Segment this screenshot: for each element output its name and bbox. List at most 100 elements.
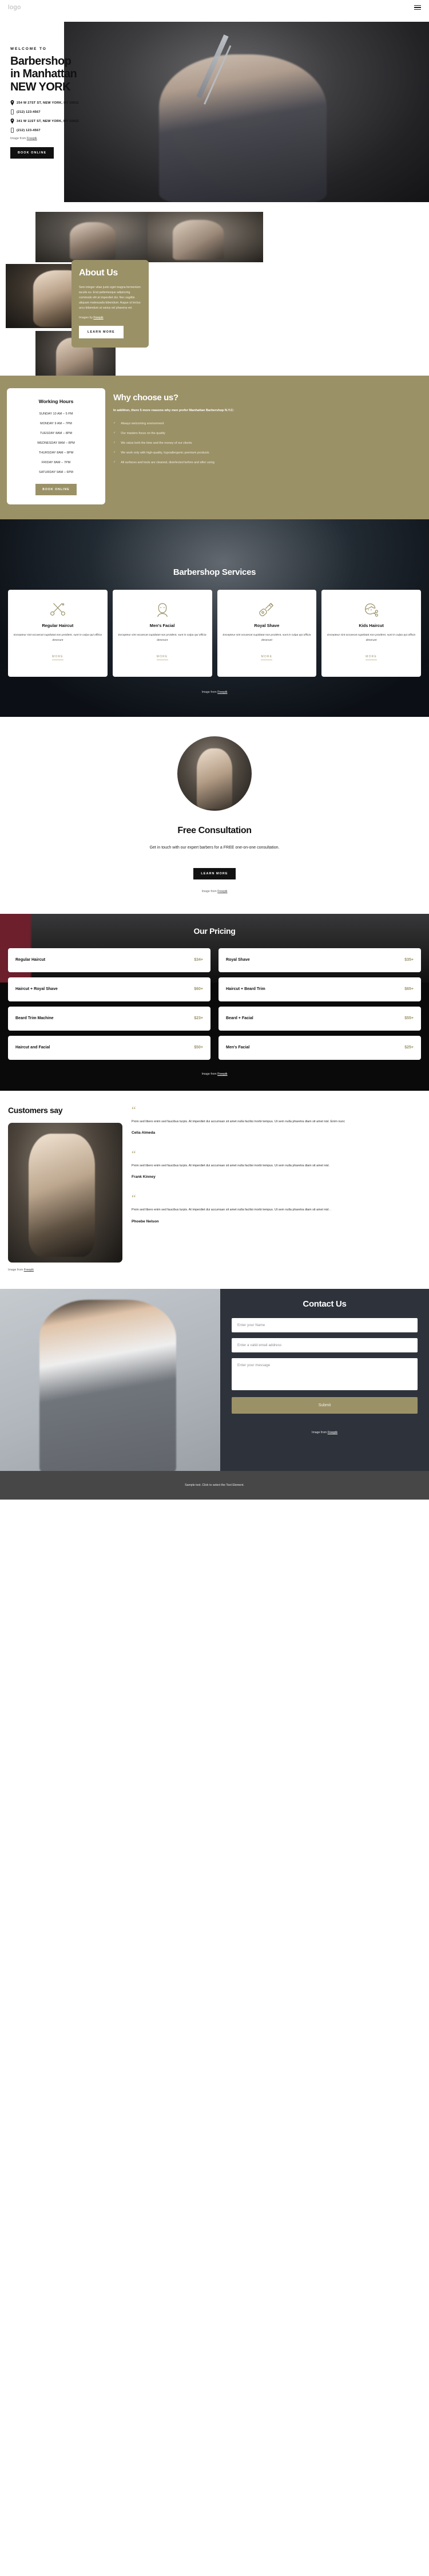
- price-label: Regular Haircut: [15, 958, 46, 962]
- hero-title-line-3: NEW YORK: [10, 80, 70, 93]
- services-title: Barbershop Services: [173, 567, 256, 577]
- check-icon: ✓: [113, 460, 116, 464]
- quote-icon: “: [132, 1193, 136, 1204]
- list-item: ✓ We work only with high-quality, hypoall…: [113, 450, 422, 456]
- list-item[interactable]: (212) 123-4567: [10, 128, 96, 133]
- learn-more-button[interactable]: LEARN MORE: [79, 326, 124, 339]
- table-row[interactable]: Haircut and Facial $50+: [8, 1035, 210, 1060]
- service-more-link[interactable]: MORE: [366, 655, 378, 661]
- address-text: 254 W 27ST ST, NEW YORK, NY 10011: [17, 101, 79, 105]
- kid-haircut-icon: [327, 599, 416, 620]
- table-row[interactable]: Haircut + Beard Trim $65+: [219, 977, 421, 1001]
- hamburger-icon[interactable]: [414, 5, 421, 10]
- hero-eyebrow: WELCOME TO: [10, 47, 47, 51]
- price-value: $60+: [194, 987, 203, 992]
- message-field[interactable]: [232, 1358, 418, 1390]
- services-section: Barbershop Services Regular Haircut Exce…: [0, 519, 429, 717]
- check-icon: ✓: [113, 440, 116, 444]
- service-more-link[interactable]: MORE: [51, 655, 63, 661]
- price-label: Haircut + Beard Trim: [226, 987, 265, 992]
- list-item[interactable]: 254 W 27ST ST, NEW YORK, NY 10011: [10, 100, 96, 106]
- service-name: Regular Haircut: [42, 623, 74, 628]
- email-field[interactable]: [232, 1338, 418, 1352]
- consultation-title: Free Consultation: [177, 826, 252, 835]
- list-item-label: Our masters focus on the quality: [121, 431, 165, 435]
- table-row[interactable]: Beard Trim Machine $23+: [8, 1006, 210, 1031]
- table-row[interactable]: Men's Facial $25+: [219, 1035, 421, 1060]
- hero-image: [64, 22, 429, 202]
- price-label: Beard + Facial: [226, 1016, 253, 1021]
- book-online-button[interactable]: BOOK ONLINE: [35, 484, 77, 495]
- table-row[interactable]: Regular Haircut $34+: [8, 948, 210, 972]
- testimonial-author: Celia Almeda: [132, 1131, 156, 1135]
- list-item: MONDAY 9 AM – 7PM: [40, 422, 72, 425]
- price-value: $65+: [404, 987, 414, 992]
- list-item: SATURDAY 9AM – 6PM: [39, 471, 73, 474]
- testimonial-author: Frank Kinney: [132, 1175, 156, 1179]
- why-choose-us-list: ✓ Always welcoming environment ✓ Our maste…: [113, 421, 422, 466]
- razor-icon: [223, 599, 312, 620]
- service-more-link[interactable]: MORE: [156, 655, 168, 661]
- price-value: $35+: [404, 958, 414, 962]
- list-item[interactable]: 341 W 11ST ST, NEW YORK, NY 10022: [10, 119, 96, 124]
- learn-more-button[interactable]: LEARN MORE: [193, 867, 236, 879]
- working-hours-card: Working Hours SUNDAY 10 AM – 5 PM MONDAY…: [7, 388, 105, 504]
- logo[interactable]: logo: [8, 4, 21, 11]
- image-credit: Image from Freepik: [232, 1431, 418, 1434]
- about-gallery-section: About Us Sem integer vitae justo eget ma…: [0, 210, 429, 389]
- phone-icon: [11, 128, 14, 133]
- table-row[interactable]: Haircut + Royal Shave $60+: [8, 977, 210, 1001]
- list-item: ✓ We value both the time and the money of…: [113, 440, 422, 446]
- freepik-link[interactable]: Freepik: [93, 316, 103, 319]
- map-pin-icon: [10, 119, 14, 124]
- phone-text: (212) 123-4567: [17, 110, 41, 114]
- working-hours-title: Working Hours: [38, 399, 74, 404]
- quote-icon: “: [132, 1104, 136, 1115]
- phone-icon: [11, 109, 14, 115]
- hero-title-line-1: Barbershop: [10, 55, 72, 68]
- freepik-link[interactable]: Freepik: [328, 1431, 337, 1434]
- image-credit: Image from Freepik: [8, 1268, 122, 1272]
- name-field[interactable]: [232, 1317, 418, 1332]
- scissors-icon: [13, 599, 102, 620]
- service-card[interactable]: Regular Haircut Excepteur sint occaecat …: [8, 590, 108, 677]
- price-label: Haircut and Facial: [15, 1046, 50, 1050]
- address-text: 341 W 11ST ST, NEW YORK, NY 10022: [17, 119, 79, 123]
- testimonials-section: Customers say Image from Freepik “ Proin…: [0, 1090, 429, 1289]
- freepik-link[interactable]: Freepik: [24, 1268, 34, 1272]
- check-icon: ✓: [113, 431, 116, 435]
- hero-contact-list: 254 W 27ST ST, NEW YORK, NY 10011 (212) …: [10, 100, 96, 133]
- list-item[interactable]: (212) 123-4567: [10, 109, 96, 115]
- book-online-button[interactable]: BOOK ONLINE: [10, 147, 54, 159]
- freepik-link[interactable]: Freepik: [27, 137, 37, 140]
- bearded-man-icon: [118, 599, 207, 620]
- credit-prefix: Image from: [10, 137, 27, 141]
- service-card[interactable]: Men's Facial Excepteur sint occaecat cup…: [112, 590, 212, 677]
- image-credit: Image from Freepik: [0, 1072, 429, 1076]
- service-description: Excepteur sint occaecat cupidatat non pr…: [13, 634, 102, 642]
- table-row[interactable]: Royal Shave $35+: [219, 948, 421, 972]
- credit-prefix: Image from: [201, 1072, 218, 1076]
- list-item-label: We work only with high-quality, hypoalle…: [121, 451, 209, 455]
- check-icon: ✓: [113, 450, 116, 454]
- why-choose-us-subtitle: In addition, there 5 more reasons why me…: [113, 409, 235, 412]
- service-description: Excepteur sint occaecat cupidatat non pr…: [223, 634, 311, 642]
- about-title: About Us: [79, 268, 118, 278]
- table-row[interactable]: Beard + Facial $55+: [219, 1006, 421, 1031]
- service-more-link[interactable]: MORE: [261, 655, 273, 661]
- price-label: Haircut + Royal Shave: [15, 987, 58, 992]
- image-credit: Image from Freepik: [10, 137, 96, 140]
- image-credit: Image from Freepik: [0, 691, 429, 694]
- freepik-link[interactable]: Freepik: [217, 890, 227, 893]
- service-card[interactable]: Kids Haircut Excepteur sint occaecat cup…: [321, 590, 421, 677]
- pricing-section: Our Pricing Regular Haircut $34+ Royal S…: [0, 913, 429, 1091]
- credit-prefix: Image from: [8, 1268, 24, 1272]
- service-card[interactable]: Royal Shave Excepteur sint occaecat cupi…: [217, 590, 317, 677]
- list-item: FRIDAY 8AM – 7PM: [41, 461, 71, 464]
- freepik-link[interactable]: Freepik: [217, 691, 227, 694]
- testimonial-text: Proin sed libero enim sed faucibus turpi…: [132, 1208, 332, 1212]
- freepik-link[interactable]: Freepik: [217, 1072, 227, 1076]
- submit-button[interactable]: Submit: [232, 1397, 418, 1414]
- list-item: “ Proin sed libero enim sed faucibus tur…: [132, 1193, 421, 1224]
- phone-text: (212) 123-4567: [17, 128, 41, 132]
